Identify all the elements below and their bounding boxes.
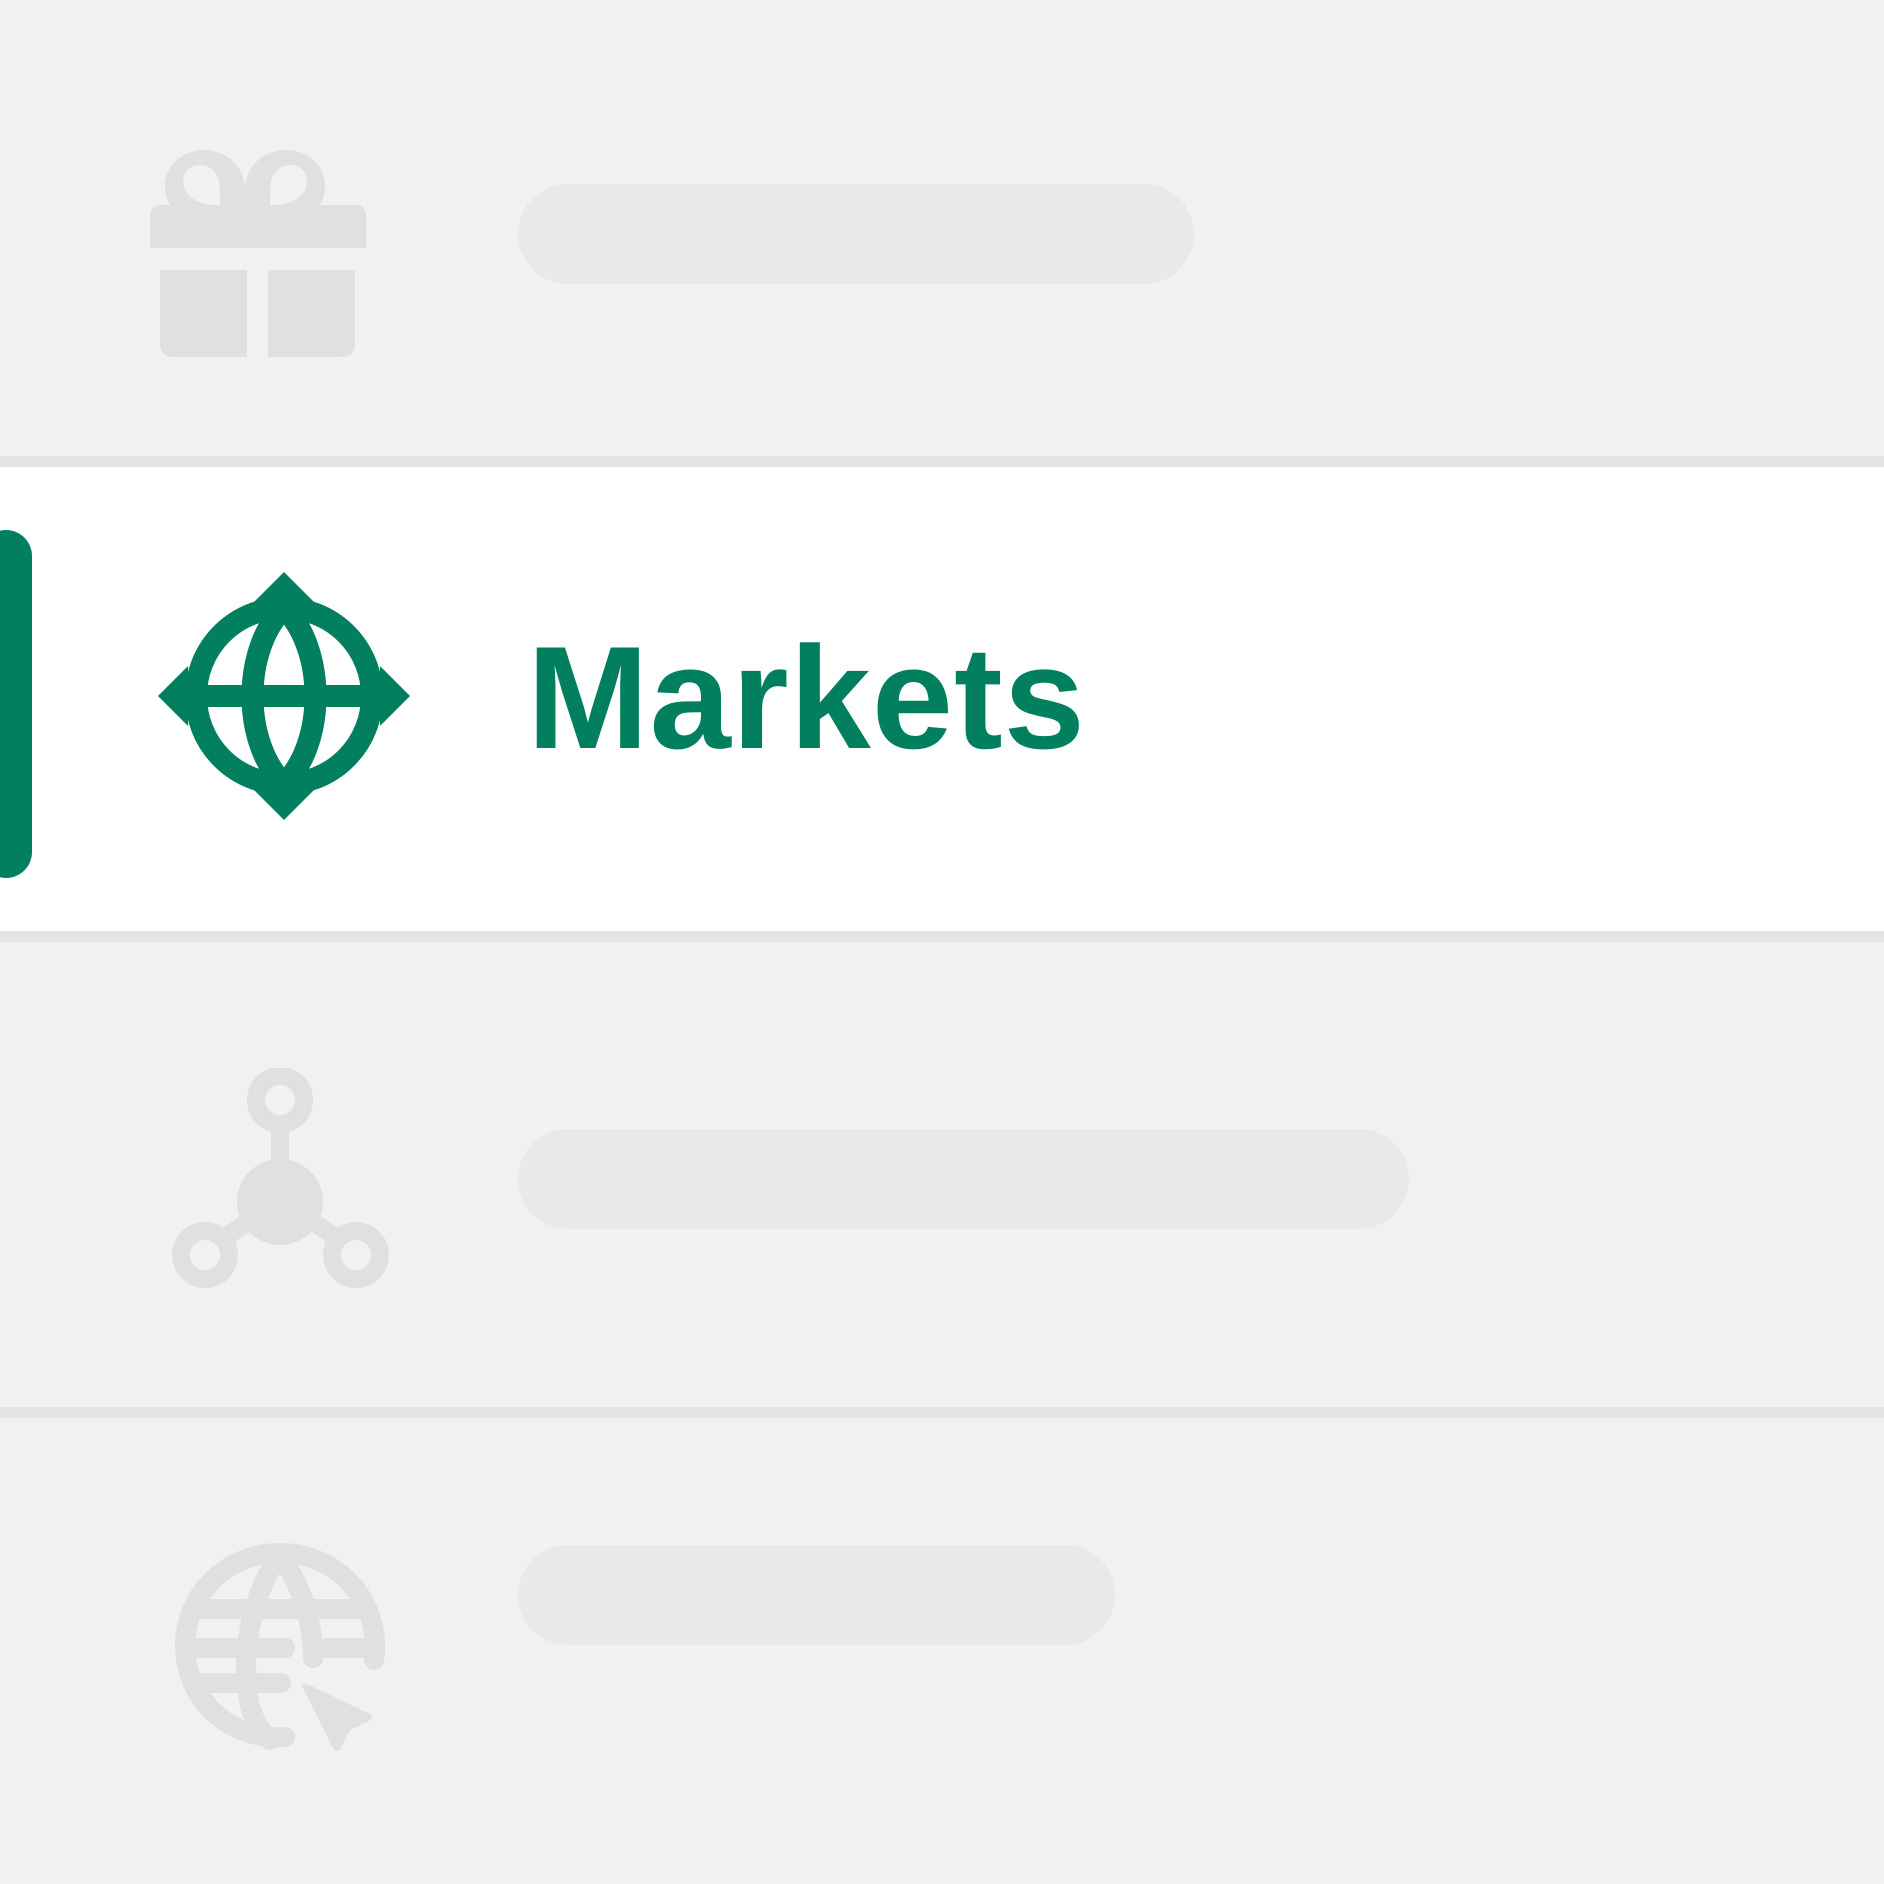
gift-icon bbox=[150, 120, 410, 380]
item-label-skeleton bbox=[518, 1545, 1115, 1645]
item-label-skeleton bbox=[518, 1129, 1409, 1229]
markets-icon bbox=[152, 569, 412, 829]
divider bbox=[0, 1407, 1884, 1418]
menu-item-globe[interactable] bbox=[0, 1418, 1884, 1884]
item-label-skeleton bbox=[518, 184, 1194, 284]
menu-item-label: Markets bbox=[527, 616, 1086, 779]
divider bbox=[0, 931, 1884, 942]
menu-item-gift[interactable] bbox=[0, 0, 1884, 456]
menu-item-markets[interactable]: Markets bbox=[0, 467, 1884, 931]
divider bbox=[0, 456, 1884, 467]
network-icon bbox=[170, 1068, 430, 1328]
globe-cursor-icon bbox=[170, 1536, 430, 1796]
menu-item-network[interactable] bbox=[0, 942, 1884, 1406]
navigation-menu: Markets bbox=[0, 0, 1884, 1884]
active-indicator bbox=[0, 530, 32, 878]
